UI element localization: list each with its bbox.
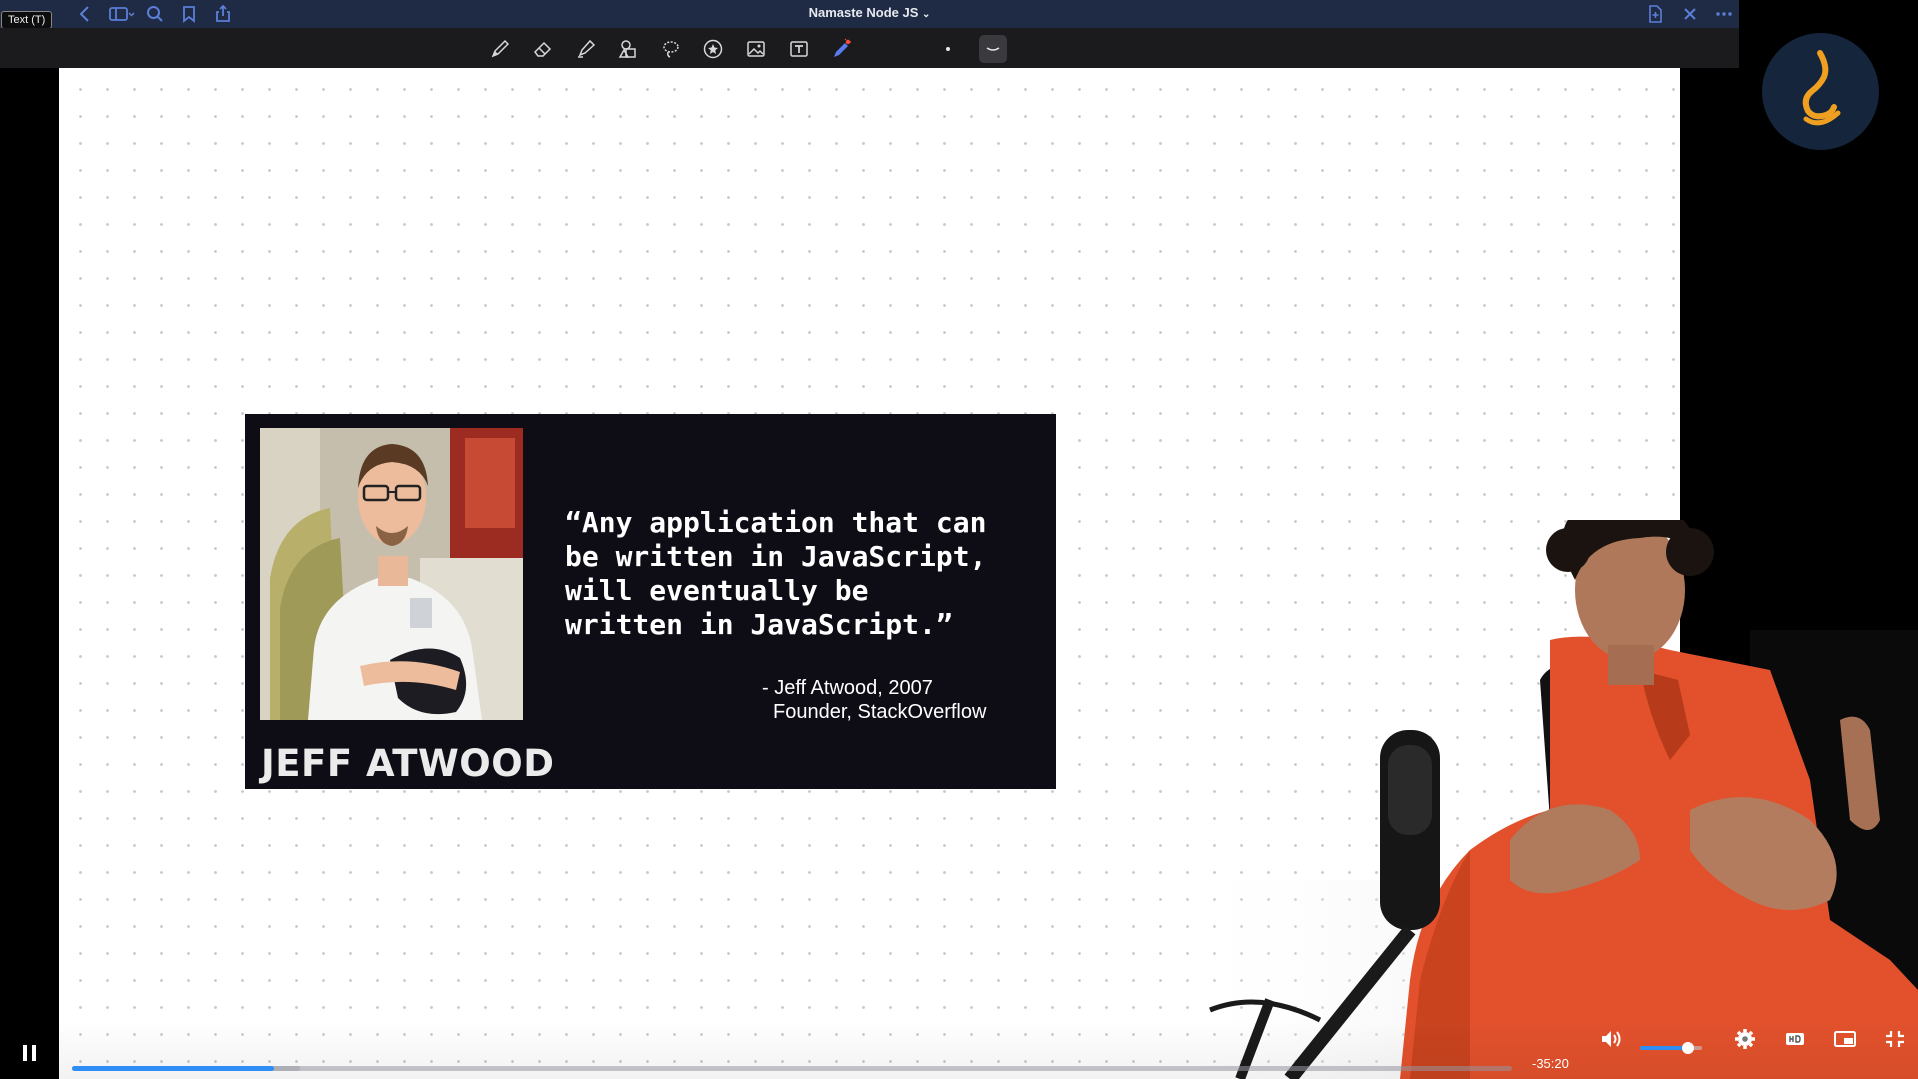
add-page-icon[interactable]: [1644, 3, 1666, 25]
tooltip: Text (T): [1, 11, 53, 29]
volume-slider[interactable]: [1640, 1042, 1702, 1054]
stroke-style-button[interactable]: [979, 35, 1007, 63]
hd-quality-icon[interactable]: [1782, 1027, 1808, 1051]
time-remaining: -35:20: [1532, 1056, 1569, 1071]
settings-gear-icon[interactable]: [1732, 1027, 1758, 1051]
pen-tool-icon[interactable]: [486, 35, 514, 63]
quote-line: written in JavaScript.”: [565, 608, 953, 641]
jeff-atwood-photo: [260, 428, 523, 720]
share-icon[interactable]: [212, 3, 234, 25]
quote-attribution: - Jeff Atwood, 2007 Founder, StackOverfl…: [762, 676, 986, 724]
presenter-webcam: [1170, 501, 1918, 1079]
progress-played: [72, 1066, 274, 1071]
exit-fullscreen-icon[interactable]: [1882, 1027, 1908, 1051]
progress-bar[interactable]: [72, 1066, 1512, 1071]
quote-line: be written in JavaScript,: [565, 540, 987, 573]
channel-logo: [1762, 33, 1879, 150]
close-icon[interactable]: [1679, 3, 1701, 25]
chevron-down-icon[interactable]: ⌄: [922, 9, 930, 20]
document-title: Namaste Node JS ⌄: [0, 5, 1739, 20]
lasso-tool-icon[interactable]: [657, 35, 685, 63]
shapes-tool-icon[interactable]: [614, 35, 642, 63]
quote-text: “Any application that can be written in …: [565, 506, 1035, 642]
pause-button[interactable]: [20, 1042, 40, 1064]
drawing-toolbar: [0, 28, 1739, 68]
quote-slide: JEFF ATWOOD “Any application that can be…: [245, 414, 1056, 789]
laser-pointer-tool-icon[interactable]: [828, 35, 856, 63]
eraser-tool-icon[interactable]: [529, 35, 557, 63]
back-chevron-icon[interactable]: [74, 3, 96, 25]
player-controls: -35:20: [0, 1020, 1918, 1079]
notes-app-titlebar: Text (T) Namaste Node JS ⌄: [0, 0, 1739, 29]
bookmark-icon[interactable]: [178, 3, 200, 25]
sticker-tool-icon[interactable]: [699, 35, 727, 63]
attribution-role: Founder, StackOverflow: [773, 701, 987, 723]
image-tool-icon[interactable]: [742, 35, 770, 63]
volume-level: [1640, 1046, 1689, 1050]
text-tool-icon[interactable]: [785, 35, 813, 63]
highlighter-tool-icon[interactable]: [572, 35, 600, 63]
document-title-text[interactable]: Namaste Node JS: [809, 5, 919, 20]
name-caption: JEFF ATWOOD: [261, 742, 555, 785]
video-player-screen: Text (T) Namaste Node JS ⌄ JEFF ATWOOD “…: [0, 0, 1918, 1079]
volume-icon[interactable]: [1598, 1027, 1624, 1051]
attribution-author: - Jeff Atwood, 2007: [762, 677, 933, 699]
search-icon[interactable]: [144, 3, 166, 25]
sidebar-toggle-icon[interactable]: [108, 3, 136, 25]
quote-line: will eventually be: [565, 574, 869, 607]
pen-size-dot[interactable]: [934, 35, 962, 63]
picture-in-picture-icon[interactable]: [1832, 1027, 1858, 1051]
quote-line: “Any application that can: [565, 506, 987, 539]
more-options-icon[interactable]: [1713, 3, 1735, 25]
